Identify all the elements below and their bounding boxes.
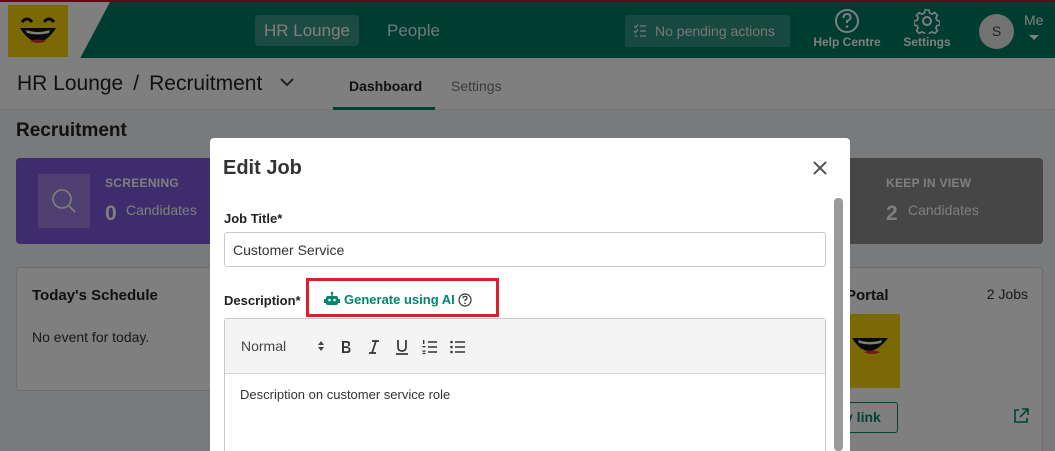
ordered-list-icon[interactable]	[421, 338, 439, 356]
modal-scrollbar[interactable]	[834, 198, 843, 451]
description-label: Description*	[224, 293, 301, 308]
editor-toolbar: Normal	[225, 319, 825, 374]
robot-icon	[324, 291, 340, 305]
underline-icon[interactable]	[393, 338, 411, 356]
italic-icon[interactable]	[365, 338, 383, 356]
help-icon[interactable]	[458, 293, 472, 307]
generate-ai-label: Generate using AI	[344, 292, 455, 307]
close-icon[interactable]	[810, 158, 830, 178]
job-title-label: Job Title*	[224, 211, 283, 226]
editor-content[interactable]: Description on customer service role	[240, 387, 450, 402]
format-select[interactable]: Normal	[241, 338, 286, 354]
description-editor[interactable]: Normal Description on customer service r…	[224, 318, 826, 451]
job-title-input[interactable]	[224, 232, 826, 267]
modal-title: Edit Job	[223, 157, 302, 179]
generate-using-ai-button[interactable]: Generate using AI	[324, 291, 455, 307]
select-arrows-icon[interactable]	[317, 340, 325, 352]
bullet-list-icon[interactable]	[449, 338, 467, 356]
edit-job-modal: Edit Job Job Title* Description* Generat…	[210, 138, 850, 451]
bold-icon[interactable]	[337, 338, 355, 356]
